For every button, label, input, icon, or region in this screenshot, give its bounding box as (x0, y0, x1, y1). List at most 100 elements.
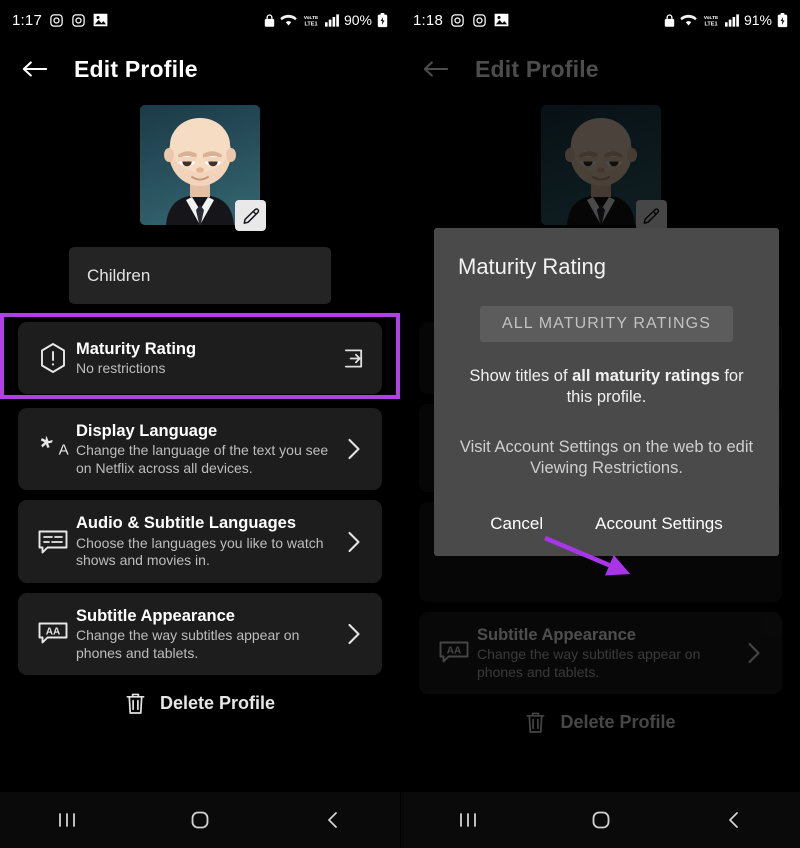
battery-percent: 91% (743, 12, 772, 28)
delete-profile-label: Delete Profile (560, 712, 676, 733)
phone-screen-left: 1:17 VoLTE LTE1 90% Edit Profile Childre… (0, 0, 400, 848)
settings-list-bottom: AA Subtitle Appearance Change the way su… (401, 612, 800, 695)
back-chevron-icon[interactable] (699, 809, 769, 831)
subtitle-aa-bubble-icon: AA (431, 639, 477, 667)
delete-profile-label: Delete Profile (159, 693, 276, 714)
wifi-icon (680, 13, 697, 27)
volte-icon: VoLTE LTE1 (702, 13, 720, 28)
status-bar-left: 1:17 (12, 12, 108, 29)
row-title: Subtitle Appearance (477, 626, 636, 644)
pencil-icon (242, 207, 260, 225)
cancel-button[interactable]: Cancel (490, 514, 543, 534)
row-subtitle: Change the way subtitles appear on phone… (76, 626, 300, 661)
back-arrow-icon[interactable] (22, 59, 48, 79)
svg-text:LTE1: LTE1 (704, 21, 717, 27)
dialog-note: Visit Account Settings on the web to edi… (459, 437, 754, 478)
translate-icon: A (30, 434, 76, 464)
dual-screenshot: 1:17 VoLTE LTE1 90% Edit Profile Childre… (0, 0, 800, 848)
trash-icon (125, 691, 146, 716)
chevron-right-icon[interactable] (338, 622, 368, 646)
page-title: Edit Profile (475, 55, 599, 82)
wifi-icon (280, 13, 297, 27)
dialog-description-emphasis: all maturity ratings (572, 367, 720, 385)
row-subtitle: Choose the languages you like to watch s… (76, 534, 324, 569)
back-chevron-icon[interactable] (298, 809, 368, 831)
exit-icon[interactable] (338, 347, 368, 370)
avatar[interactable] (140, 105, 266, 231)
status-bar-right: VoLTE LTE1 91% (664, 12, 788, 28)
page-title: Edit Profile (74, 55, 198, 82)
subtitle-appearance-text: Subtitle Appearance Change the way subti… (477, 625, 738, 681)
app-bar: Edit Profile (401, 40, 800, 98)
row-title: Audio & Subtitle Languages (76, 514, 297, 533)
pencil-icon (642, 207, 660, 225)
maturity-rating-text: Maturity Rating No restrictions (76, 339, 338, 378)
instagram-icon (49, 13, 64, 28)
sidebar-item-audio-subtitle-languages[interactable]: Audio & Subtitle Languages Choose the la… (18, 500, 382, 583)
lock-icon (664, 13, 675, 28)
back-arrow-icon[interactable] (423, 59, 449, 79)
recents-icon[interactable] (433, 809, 503, 831)
delete-profile-button[interactable]: Delete Profile (401, 710, 800, 735)
svg-text:AA: AA (447, 646, 461, 657)
row-title: Subtitle Appearance (76, 606, 235, 625)
photo-icon (494, 13, 509, 27)
status-bar: 1:17 VoLTE LTE1 90% (0, 0, 400, 40)
chevron-right-icon[interactable] (338, 530, 368, 554)
delete-profile-button[interactable]: Delete Profile (0, 691, 400, 716)
volte-icon: VoLTE LTE1 (302, 13, 320, 28)
status-bar: 1:18 VoLTE LTE1 91% (401, 0, 800, 40)
row-subtitle: Change the way subtitles appear on phone… (477, 646, 701, 680)
edit-avatar-button[interactable] (235, 200, 266, 231)
edit-avatar-button[interactable] (635, 200, 667, 231)
status-time: 1:18 (413, 11, 443, 29)
dialog-actions: Cancel Account Settings (456, 514, 757, 534)
recents-icon[interactable] (32, 809, 102, 831)
row-title: Maturity Rating (76, 339, 197, 358)
battery-charging-icon (777, 12, 788, 28)
status-bar-right: VoLTE LTE1 90% (264, 12, 388, 28)
svg-text:A: A (59, 442, 69, 459)
photo-icon (93, 13, 108, 27)
account-settings-button[interactable]: Account Settings (595, 514, 723, 534)
android-nav-bar (401, 792, 800, 848)
instagram-icon (71, 13, 86, 28)
dialog-title: Maturity Rating (458, 254, 606, 279)
chevron-right-icon[interactable] (738, 641, 768, 665)
svg-text:VoLTE: VoLTE (704, 15, 719, 21)
home-icon[interactable] (566, 809, 636, 831)
app-bar: Edit Profile (0, 40, 400, 98)
svg-text:AA: AA (46, 626, 60, 637)
svg-text:VoLTE: VoLTE (304, 15, 319, 21)
row-title: Display Language (76, 422, 218, 440)
dialog-description-prefix: Show titles of (469, 367, 573, 385)
sidebar-item-subtitle-appearance[interactable]: AA Subtitle Appearance Change the way su… (18, 592, 382, 676)
status-bar-left: 1:18 (413, 12, 509, 29)
row-subtitle: Change the language of the text you see … (76, 442, 329, 476)
signal-icon (324, 13, 339, 27)
audio-subtitle-languages-text: Audio & Subtitle Languages Choose the la… (76, 513, 338, 569)
android-nav-bar (0, 792, 400, 848)
chevron-right-icon[interactable] (338, 437, 368, 461)
trash-icon (525, 710, 546, 735)
status-time: 1:17 (12, 11, 42, 29)
row-subtitle: No restrictions (76, 359, 166, 376)
maturity-rating-highlight-wrapper: Maturity Rating No restrictions (0, 313, 400, 399)
all-maturity-ratings-chip[interactable]: ALL MATURITY RATINGS (480, 306, 733, 342)
sidebar-item-display-language[interactable]: A Display Language Change the language o… (18, 408, 382, 491)
settings-list: Maturity Rating No restrictions A Displa… (0, 313, 400, 676)
signal-icon (724, 13, 739, 27)
subtitle-appearance-text: Subtitle Appearance Change the way subti… (76, 606, 338, 662)
battery-charging-icon (377, 12, 388, 28)
profile-name-input[interactable]: Children (69, 247, 331, 304)
display-language-text: Display Language Change the language of … (76, 421, 338, 477)
avatar[interactable] (540, 105, 667, 231)
sidebar-item-subtitle-appearance[interactable]: AA Subtitle Appearance Change the way su… (419, 612, 782, 695)
profile-name-value: Children (87, 265, 151, 285)
dialog-description: Show titles of all maturity ratings for … (456, 366, 757, 409)
lock-icon (264, 13, 275, 28)
instagram-icon (472, 13, 487, 28)
svg-text:LTE1: LTE1 (304, 21, 317, 27)
sidebar-item-maturity-rating[interactable]: Maturity Rating No restrictions (18, 322, 382, 394)
home-icon[interactable] (165, 809, 235, 831)
